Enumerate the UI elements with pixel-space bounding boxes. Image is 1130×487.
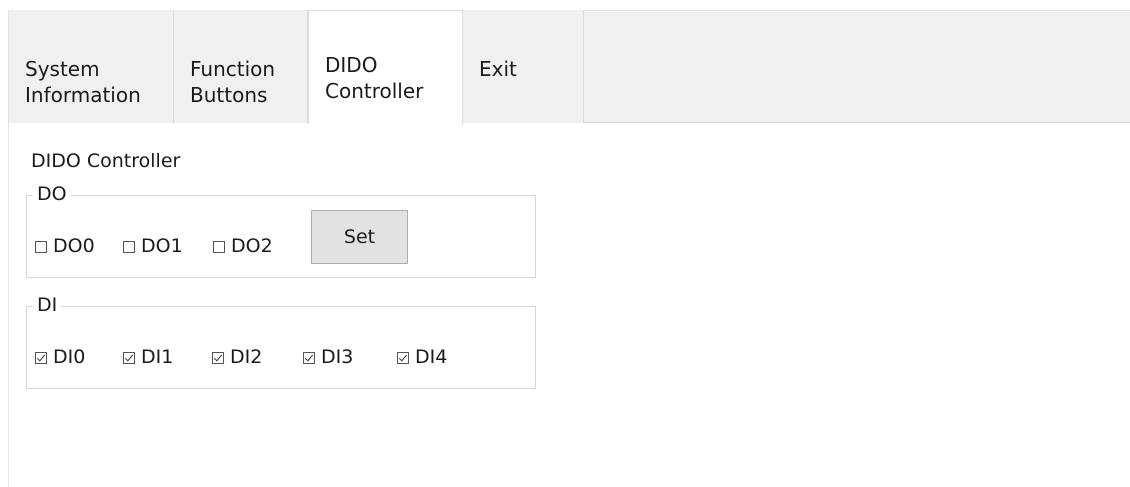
di2-checkbox[interactable]: DI2 (212, 345, 262, 369)
checkbox-checked-icon (123, 351, 135, 364)
di3-label: DI3 (321, 346, 354, 368)
checkbox-checked-icon (212, 351, 224, 364)
app-window: System Information Function Buttons DIDO… (0, 0, 1130, 487)
di1-checkbox[interactable]: DI1 (123, 345, 173, 369)
set-button[interactable]: Set (311, 210, 408, 264)
tab-label-line2: Information (25, 83, 141, 107)
tab-bar: System Information Function Buttons DIDO… (8, 10, 1130, 124)
tab-label-line2: Controller (325, 79, 424, 103)
tab-label-line1: DIDO (325, 53, 378, 77)
tab-dido-controller[interactable]: DIDO Controller (308, 10, 463, 124)
do0-checkbox[interactable]: DO0 (35, 234, 95, 258)
tab-label-line1: Function (190, 57, 276, 81)
tab-function-buttons[interactable]: Function Buttons (174, 10, 308, 123)
do-group-legend: DO (33, 181, 71, 207)
tab-system-information[interactable]: System Information (9, 10, 174, 123)
checkbox-checked-icon (35, 351, 47, 364)
tab-exit[interactable]: Exit (463, 10, 584, 123)
tab-label-line2: Buttons (190, 83, 268, 107)
di1-label: DI1 (141, 346, 174, 368)
di2-label: DI2 (230, 346, 263, 368)
di4-checkbox[interactable]: DI4 (397, 345, 447, 369)
checkbox-box-icon (123, 240, 135, 253)
checkbox-checked-icon (397, 351, 409, 364)
di0-checkbox[interactable]: DI0 (35, 345, 85, 369)
tab-label-line1: System (25, 57, 100, 81)
di-groupbox: DI DI0 DI1 DI2 DI3 DI4 (26, 292, 536, 389)
content-panel-border (8, 123, 9, 487)
do1-label: DO1 (141, 235, 183, 257)
tab-label-line1: Exit (479, 57, 517, 81)
do-groupbox: DO DO0 DO1 DO2 Set (26, 181, 536, 278)
do0-label: DO0 (53, 235, 95, 257)
di0-label: DI0 (53, 346, 86, 368)
do1-checkbox[interactable]: DO1 (123, 234, 183, 258)
do2-checkbox[interactable]: DO2 (213, 234, 273, 258)
di-group-legend: DI (33, 292, 62, 318)
checkbox-checked-icon (303, 351, 315, 364)
di3-checkbox[interactable]: DI3 (303, 345, 353, 369)
do2-label: DO2 (231, 235, 273, 257)
panel-title: DIDO Controller (31, 150, 181, 172)
checkbox-box-icon (213, 240, 225, 253)
checkbox-box-icon (35, 240, 47, 253)
di4-label: DI4 (415, 346, 448, 368)
